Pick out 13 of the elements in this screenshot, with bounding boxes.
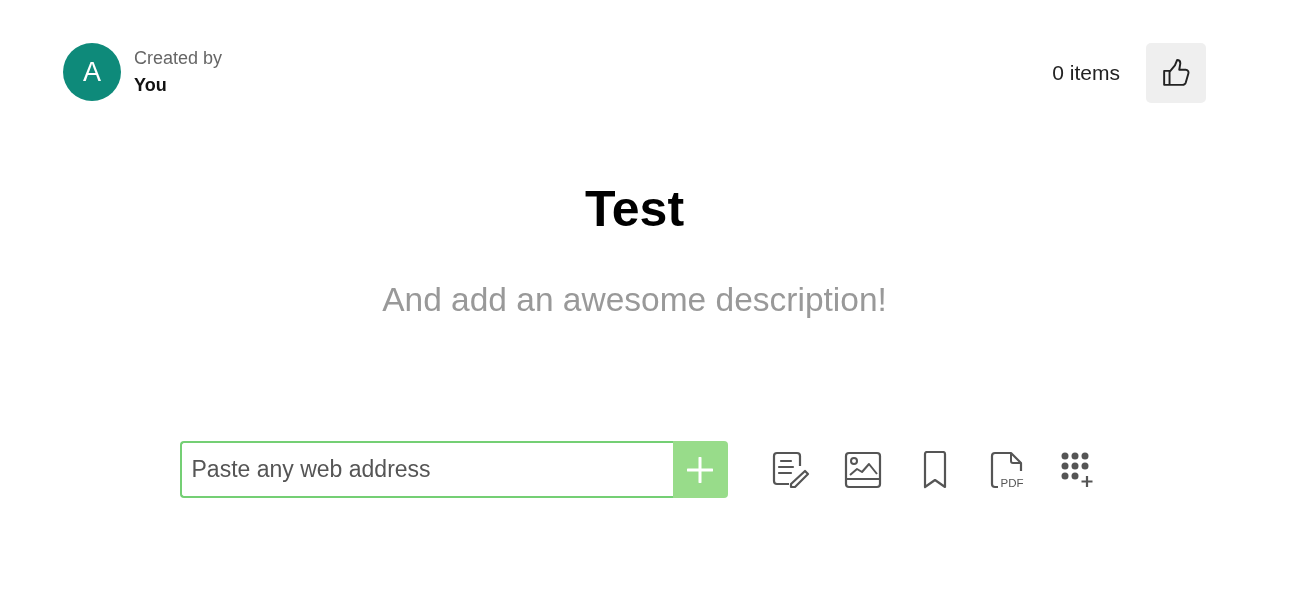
page-title[interactable]: Test bbox=[584, 179, 685, 239]
note-edit-icon bbox=[771, 450, 810, 489]
avatar: A bbox=[63, 43, 121, 101]
plus-icon bbox=[687, 456, 713, 483]
web-address-field[interactable]: Paste any web address bbox=[179, 441, 673, 498]
bookmark-icon bbox=[921, 450, 948, 489]
creator-name: You bbox=[134, 75, 168, 96]
like-button[interactable] bbox=[1146, 43, 1206, 103]
items-count: 0 items bbox=[1052, 61, 1120, 85]
thumbs-up-icon bbox=[1162, 59, 1190, 87]
image-icon bbox=[843, 450, 882, 489]
description-field[interactable]: And add an awesome description! bbox=[334, 281, 935, 319]
created-by-label: Created by bbox=[134, 48, 223, 69]
